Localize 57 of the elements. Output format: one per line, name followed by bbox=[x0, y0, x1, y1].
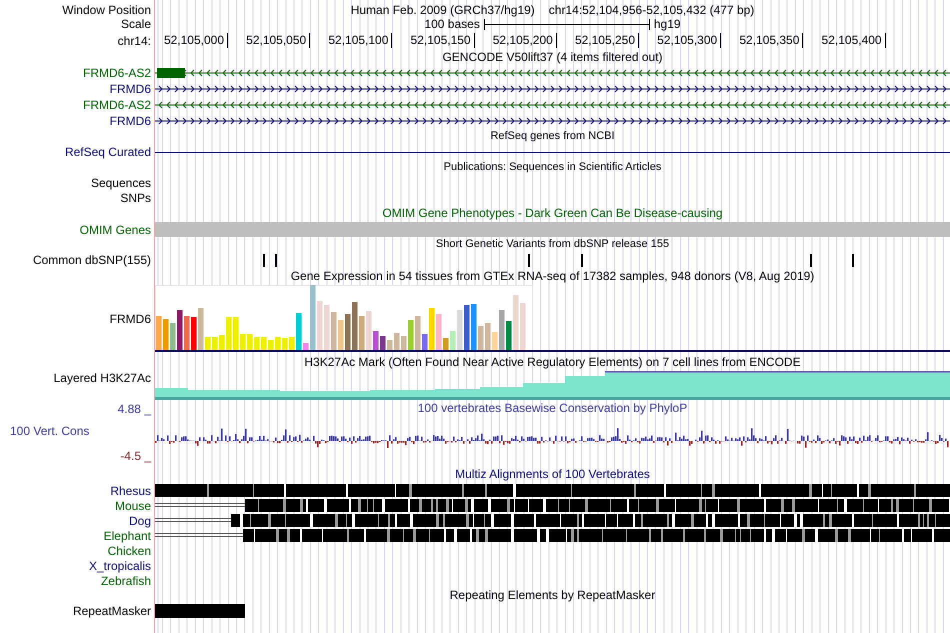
track-label[interactable]: RefSeq Curated bbox=[64, 145, 151, 159]
signal-area-drawing[interactable] bbox=[155, 371, 950, 401]
ruler-tick-label: 52,105,000 bbox=[164, 33, 228, 48]
axis-min-label: -4.5 _ bbox=[120, 449, 151, 463]
window-position-label: Window Position bbox=[62, 3, 151, 17]
gene-label[interactable]: FRMD6-AS2 bbox=[82, 98, 151, 112]
track-label[interactable]: 100 Vert. Cons bbox=[10, 424, 90, 439]
track-title: GENCODE V50lift37 (4 items filtered out) bbox=[442, 50, 663, 65]
ruler-tick-label: 52,105,200 bbox=[492, 33, 557, 48]
axis-max-label: 4.88 _ bbox=[118, 402, 151, 416]
track-title: Publications: Sequences in Scientific Articles bbox=[444, 160, 662, 175]
alignment-drawing[interactable] bbox=[155, 528, 950, 543]
repeat-block[interactable] bbox=[155, 604, 245, 618]
species-label[interactable]: Rhesus bbox=[110, 484, 151, 498]
track-title: Short Genetic Variants from dbSNP release 155 bbox=[436, 237, 670, 252]
species-label[interactable]: Dog bbox=[128, 514, 151, 528]
ruler-tick-label: 52,105,250 bbox=[574, 33, 639, 48]
gene-label[interactable]: FRMD6 bbox=[110, 114, 151, 128]
track-label[interactable]: SNPs bbox=[120, 190, 151, 204]
track-title: 100 vertebrates Basewise Conservation by PhyloP bbox=[418, 401, 688, 416]
ruler-tick-label: 52,105,100 bbox=[328, 33, 392, 48]
species-label[interactable]: Chicken bbox=[108, 544, 151, 558]
alignment-drawing[interactable] bbox=[155, 513, 950, 528]
track-title: RefSeq genes from NCBI bbox=[490, 129, 615, 144]
track-label[interactable]: RepeatMasker bbox=[72, 604, 151, 618]
ruler-tick-label: 52,105,150 bbox=[410, 33, 475, 48]
species-label[interactable]: X_tropicalis bbox=[88, 558, 151, 572]
track-title: H3K27Ac Mark (Often Found Near Active Regulatory Elements) on 7 cell lines from ENCODE bbox=[304, 354, 801, 370]
track-label[interactable]: Common dbSNP(155) bbox=[32, 253, 151, 267]
ruler-tick-label: 52,105,050 bbox=[246, 33, 310, 48]
position-text: chr14:52,104,956-52,105,432 (477 bp) bbox=[548, 3, 754, 17]
ruler-tick-label: 52,105,350 bbox=[739, 33, 804, 48]
species-label[interactable]: Mouse bbox=[114, 498, 151, 512]
assembly-text: Human Feb. 2009 (GRCh37/hg19) bbox=[350, 3, 535, 17]
track-title: Multiz Alignments of 100 Vertebrates bbox=[455, 467, 650, 482]
scale-label: Scale bbox=[120, 17, 151, 31]
track-label[interactable]: OMIM Genes bbox=[80, 222, 151, 236]
gene-drawing[interactable] bbox=[155, 65, 950, 81]
alignment-drawing[interactable] bbox=[155, 483, 950, 498]
gene-label[interactable]: FRMD6 bbox=[110, 82, 151, 96]
species-label[interactable]: Zebrafish bbox=[100, 574, 151, 588]
scale-text: 100 bases bbox=[424, 17, 480, 31]
scale-bar-icon bbox=[484, 18, 650, 30]
track-title: OMIM Gene Phenotypes - Dark Green Can Be Disease-causing bbox=[382, 206, 723, 221]
track-title: Gene Expression in 54 tissues from GTEx RNA-seq of 17382 samples, 948 donors (V8, Aug 2019) bbox=[290, 269, 814, 284]
track-label[interactable]: FRMD6 bbox=[110, 312, 151, 326]
ruler-tick-label: 52,105,300 bbox=[657, 33, 722, 48]
chrom-label: chr14: bbox=[118, 34, 151, 48]
track-label[interactable]: Sequences bbox=[90, 176, 151, 190]
track-label[interactable]: Layered H3K27Ac bbox=[54, 371, 151, 385]
ruler-tick-label: 52,105,400 bbox=[822, 33, 886, 48]
species-label[interactable]: Elephant bbox=[104, 528, 151, 542]
gene-label[interactable]: FRMD6-AS2 bbox=[82, 66, 151, 80]
track-title: Repeating Elements by RepeatMasker bbox=[450, 588, 656, 603]
alignment-drawing[interactable] bbox=[155, 498, 950, 513]
expression-bar-drawing[interactable] bbox=[155, 285, 950, 353]
scale-db-text: hg19 bbox=[654, 17, 681, 31]
